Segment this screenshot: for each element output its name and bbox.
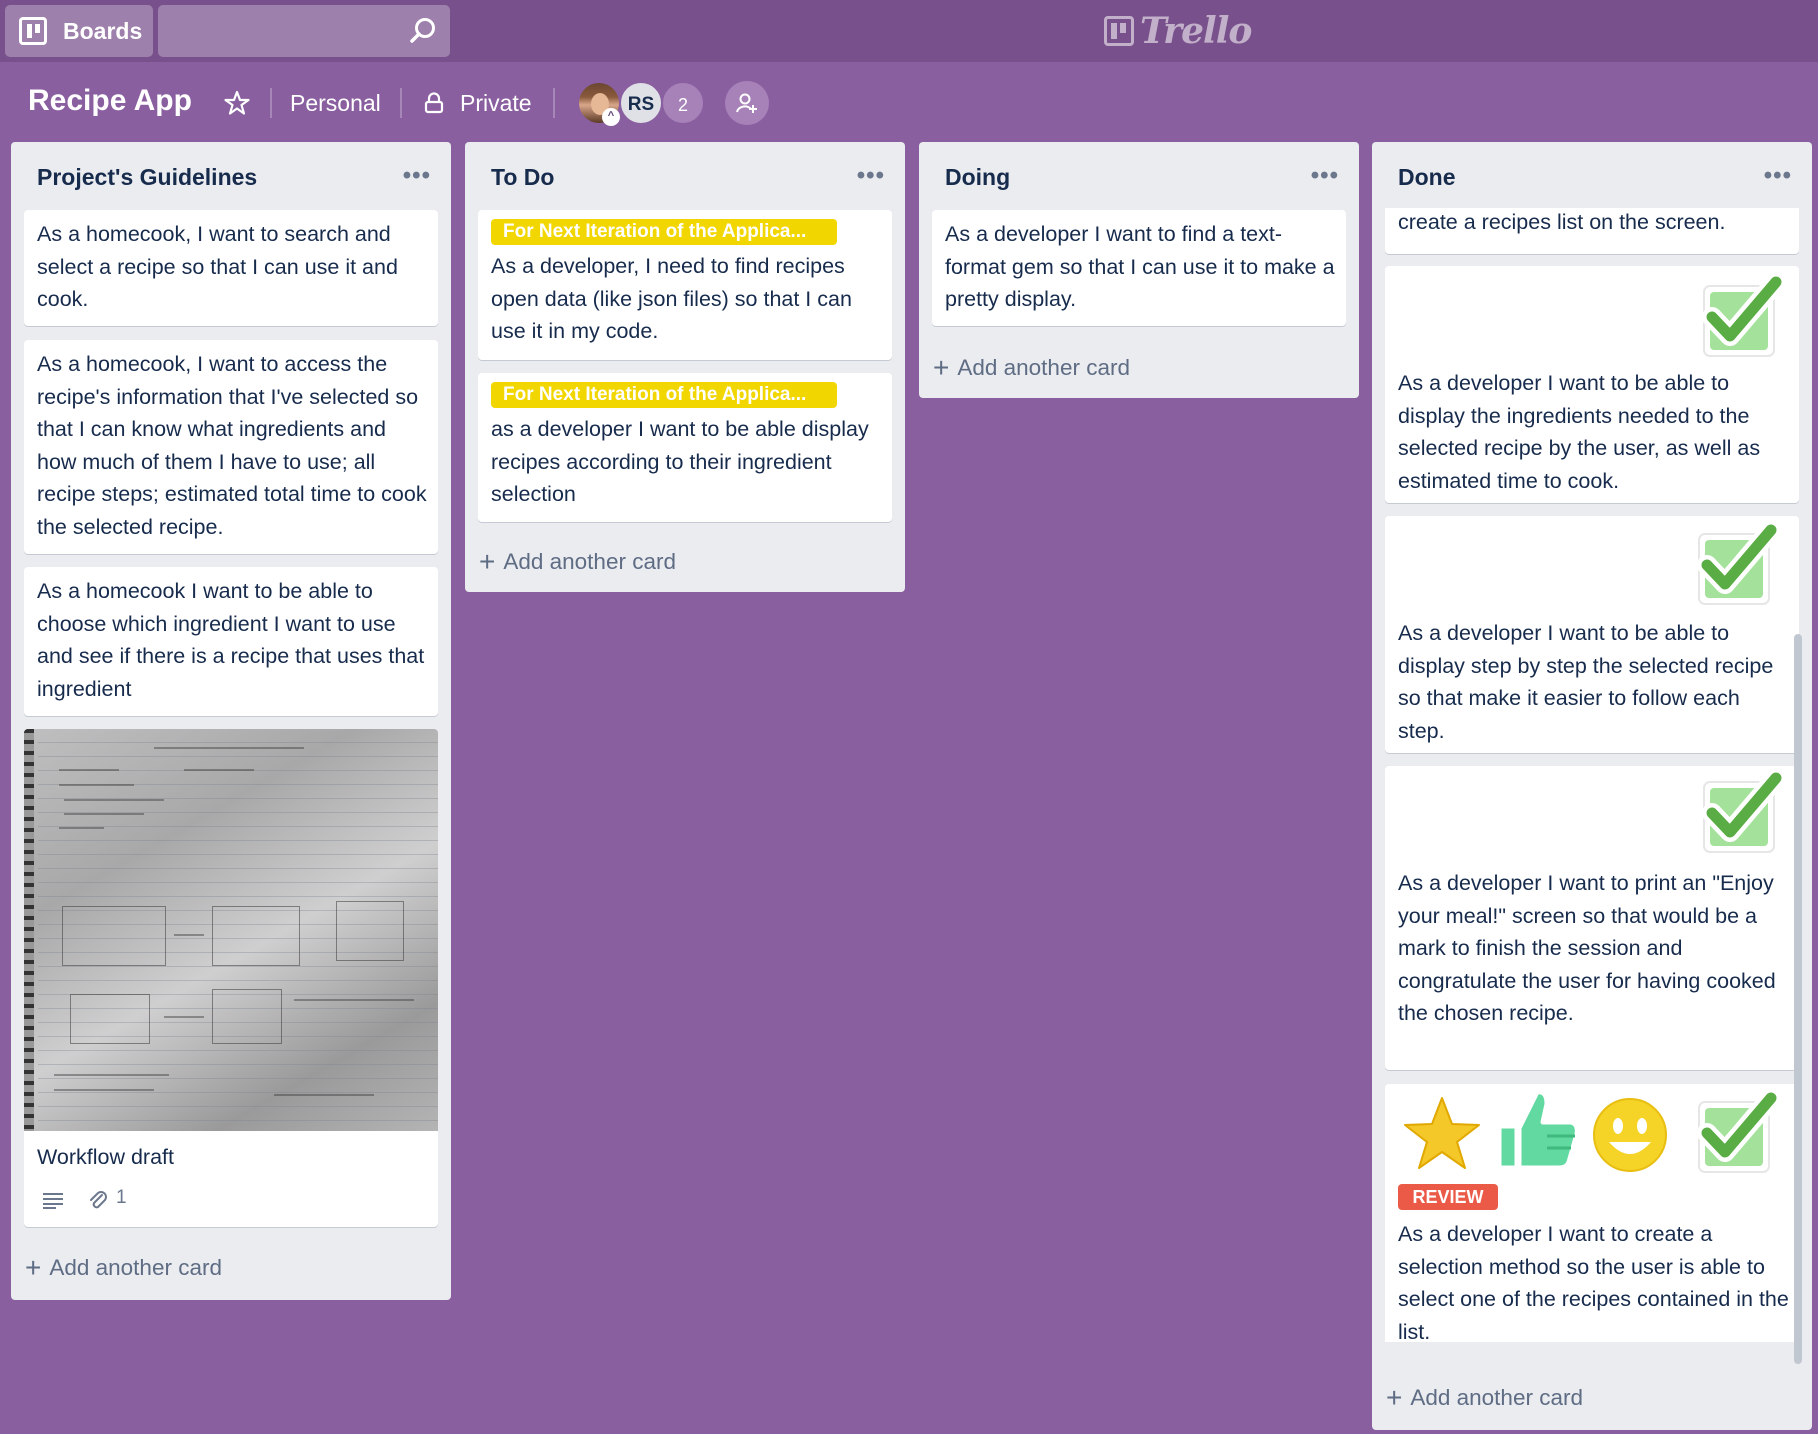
done-list-scrollbar[interactable] xyxy=(1794,634,1802,1364)
card-text: As a homecook, I want to search and sele… xyxy=(37,222,398,311)
card[interactable]: As a developer I want to be able to disp… xyxy=(1385,266,1799,503)
card[interactable]: REVIEW As a developer I want to create a… xyxy=(1385,1084,1799,1342)
check-sticker-icon xyxy=(1702,768,1786,853)
attachment-icon xyxy=(90,1191,107,1209)
card-text: As a developer, I need to find recipes o… xyxy=(491,254,852,343)
list-menu-button[interactable]: ••• xyxy=(857,162,885,190)
search-input[interactable] xyxy=(158,5,450,57)
list-title[interactable]: Project's Guidelines xyxy=(37,164,257,191)
boards-icon xyxy=(19,17,47,45)
top-bar: Boards Trello xyxy=(0,0,1818,62)
member-avatar-rs[interactable]: RS xyxy=(619,81,663,125)
add-card-button[interactable]: + Add another card xyxy=(1386,1382,1583,1414)
list-doing: Doing ••• As a developer I want to find … xyxy=(919,142,1359,398)
card-text: As a developer I want to be able to disp… xyxy=(1398,371,1761,493)
add-card-button[interactable]: + Add another card xyxy=(25,1252,222,1284)
list-menu-button[interactable]: ••• xyxy=(1764,162,1792,190)
list-todo: To Do ••• For Next Iteration of the Appl… xyxy=(465,142,905,592)
card-text: As a homecook, I want to access the reci… xyxy=(37,352,427,539)
visibility-button[interactable]: Private xyxy=(460,90,532,117)
list-title[interactable]: To Do xyxy=(491,164,554,191)
card[interactable]: As a homecook, I want to access the reci… xyxy=(24,340,438,554)
card-text: as a developer I want to be able display… xyxy=(491,417,869,506)
review-label[interactable]: REVIEW xyxy=(1398,1184,1498,1210)
add-card-button[interactable]: + Add another card xyxy=(933,352,1130,384)
star-icon[interactable] xyxy=(224,90,250,116)
card[interactable]: As a developer I want to print an "Enjoy… xyxy=(1385,766,1799,1070)
workflow-draft-photo xyxy=(24,729,438,1131)
list-title[interactable]: Doing xyxy=(945,164,1010,191)
card-text: As a developer I want to be able to disp… xyxy=(1398,621,1774,743)
check-sticker-icon xyxy=(1697,520,1781,605)
card-text: As a developer I want to print an "Enjoy… xyxy=(1398,871,1776,1025)
add-card-button[interactable]: + Add another card xyxy=(479,546,676,578)
card[interactable]: For Next Iteration of the Applica... As … xyxy=(478,210,892,360)
header-divider xyxy=(400,88,402,118)
lock-icon xyxy=(424,92,444,114)
list-guidelines: Project's Guidelines ••• As a homecook, … xyxy=(11,142,451,1300)
thumbs-up-sticker-icon xyxy=(1496,1089,1580,1171)
trello-logo-icon xyxy=(1104,16,1134,46)
list-title[interactable]: Done xyxy=(1398,164,1456,191)
list-done: Done ••• create a recipes list on the sc… xyxy=(1372,142,1812,1430)
admin-chevron-icon: ^ xyxy=(602,108,620,126)
boards-button[interactable]: Boards xyxy=(5,5,153,57)
card-text: create a recipes list on the screen. xyxy=(1398,210,1726,234)
description-icon xyxy=(43,1193,63,1209)
card-label[interactable]: For Next Iteration of the Applica... xyxy=(491,219,837,245)
team-button[interactable]: Personal xyxy=(290,90,381,117)
smiley-sticker-icon xyxy=(1589,1094,1671,1176)
card-text: As a homecook I want to be able to choos… xyxy=(37,579,425,701)
search-icon[interactable] xyxy=(408,16,438,46)
header-divider xyxy=(553,88,555,118)
add-member-icon xyxy=(736,93,757,113)
card[interactable]: As a developer I want to find a text-for… xyxy=(932,210,1346,326)
trello-logo-text: Trello xyxy=(1140,10,1252,52)
board-title[interactable]: Recipe App xyxy=(28,84,192,118)
card-label[interactable]: For Next Iteration of the Applica... xyxy=(491,382,837,408)
card[interactable]: For Next Iteration of the Applica... as … xyxy=(478,373,892,522)
card[interactable]: As a homecook I want to be able to choos… xyxy=(24,567,438,716)
card-text: As a developer I want to find a text-for… xyxy=(945,222,1335,311)
list-menu-button[interactable]: ••• xyxy=(403,162,431,190)
trello-logo[interactable]: Trello xyxy=(1104,10,1252,52)
invite-member-button[interactable] xyxy=(725,81,769,125)
card[interactable]: As a developer I want to be able to disp… xyxy=(1385,516,1799,753)
card-text: As a developer I want to create a select… xyxy=(1398,1222,1789,1342)
card[interactable]: create a recipes list on the screen. xyxy=(1385,208,1799,254)
workflow-card[interactable]: Workflow draft 1 xyxy=(24,729,438,1227)
list-scroll-area[interactable]: create a recipes list on the screen. As … xyxy=(1372,208,1812,1342)
card[interactable]: As a homecook, I want to search and sele… xyxy=(24,210,438,326)
star-sticker-icon xyxy=(1397,1090,1487,1176)
attachment-count: 1 xyxy=(116,1187,127,1208)
card-title: Workflow draft xyxy=(37,1145,174,1169)
check-sticker-icon xyxy=(1702,272,1786,357)
list-menu-button[interactable]: ••• xyxy=(1311,162,1339,190)
boards-label: Boards xyxy=(63,17,143,44)
header-divider xyxy=(270,88,272,118)
check-sticker-icon xyxy=(1697,1088,1781,1173)
more-members-count[interactable]: 2 xyxy=(661,81,705,125)
